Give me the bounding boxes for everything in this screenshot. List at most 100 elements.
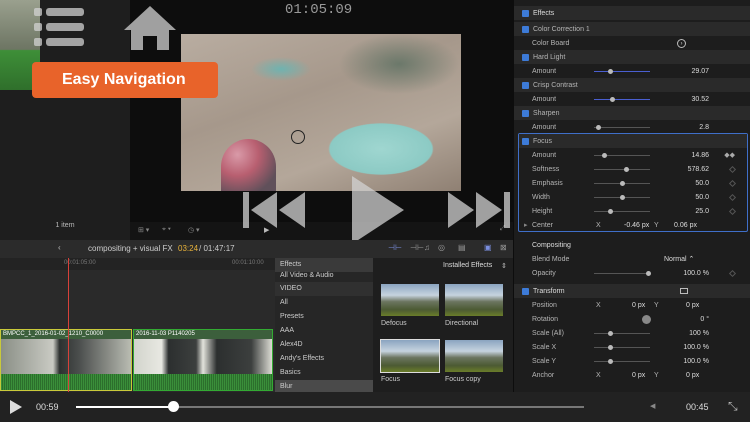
speed-icon[interactable]: ◷ ▾	[188, 226, 200, 234]
keyframe-icon[interactable]	[728, 193, 737, 201]
keyframe-icon[interactable]	[728, 165, 737, 173]
transform-tool-icon[interactable]: ⌖ ▾	[162, 226, 171, 234]
rotation-row: Rotation 0 °	[532, 314, 709, 324]
checkbox-icon[interactable]	[522, 9, 529, 17]
blend-mode-select[interactable]: Normal ⌃	[664, 255, 694, 263]
timeline-clip[interactable]: 2016-11-03 P1140205	[133, 329, 273, 391]
position-row: Position X 0 px Y 0 px	[532, 301, 700, 309]
back-icon[interactable]: ‹	[58, 243, 61, 252]
chevron-updown-icon[interactable]: ⇕	[501, 262, 507, 270]
amount-slider[interactable]	[594, 124, 650, 130]
keyframe-icon[interactable]	[728, 269, 737, 277]
param-slider[interactable]	[594, 180, 650, 186]
amount-slider[interactable]	[594, 96, 650, 102]
clip-name: 2016-11-03 P1140205	[136, 331, 195, 337]
category-effects[interactable]: Effects	[275, 258, 373, 272]
param-slider[interactable]	[594, 208, 650, 214]
checkbox-icon[interactable]	[522, 287, 529, 295]
audio-waveform	[1, 374, 131, 390]
clip-filmstrip	[134, 339, 272, 374]
keyframe-nav-icon[interactable]: ◆◆	[724, 151, 735, 159]
color-board-row: Color Board ›	[514, 36, 750, 50]
effect-thumbnail	[445, 340, 503, 372]
param-slider[interactable]	[594, 166, 650, 172]
effect-sharpen[interactable]: Sharpen	[514, 106, 750, 120]
keyframe-icon[interactable]	[728, 207, 737, 215]
rotation-dial[interactable]	[642, 314, 651, 324]
checkbox-icon[interactable]	[522, 53, 529, 61]
installed-effects-select[interactable]: Installed Effects	[443, 262, 492, 269]
effects-section-header[interactable]: Effects	[514, 6, 750, 20]
scale-slider[interactable]	[594, 344, 650, 350]
progress-fill	[76, 406, 173, 408]
param-slider[interactable]	[594, 152, 650, 158]
solo-icon[interactable]: ◎	[438, 243, 445, 252]
view-options-icon[interactable]: ⊞ ▾	[138, 226, 149, 234]
effect-tile[interactable]: Focus copy	[445, 340, 503, 383]
play-icon[interactable]	[348, 174, 408, 246]
checkbox-icon[interactable]	[522, 109, 529, 117]
effects-categories: Effects All Video & Audio VIDEO All Pres…	[275, 258, 373, 394]
checkbox-icon[interactable]	[522, 137, 529, 145]
menu-icon[interactable]	[34, 8, 84, 46]
category-item[interactable]: All	[275, 296, 373, 310]
rewind-icon[interactable]	[243, 190, 307, 230]
expand-icon[interactable]: ⤡	[728, 399, 738, 414]
category-item[interactable]: Alex4D	[275, 338, 373, 352]
inspector-panel: Effects Color Correction 1 Color Board › …	[513, 0, 750, 392]
timeline-clip[interactable]: BMPCC_1_2016-01-02_1210_C0000	[0, 329, 132, 391]
progress-knob[interactable]	[167, 401, 179, 412]
playhead[interactable]	[68, 258, 69, 392]
headphones-icon[interactable]: ♫	[424, 243, 430, 252]
amount-slider[interactable]	[594, 68, 650, 74]
scale-slider[interactable]	[594, 358, 650, 364]
category-item[interactable]: AAA	[275, 324, 373, 338]
sharpen-amount-row: Amount 2.8	[532, 123, 709, 131]
effect-color-correction[interactable]: Color Correction 1	[514, 22, 750, 36]
arrow-right-icon[interactable]: ›	[677, 38, 686, 48]
progress-track[interactable]	[76, 401, 584, 412]
category-item[interactable]: Andy's Effects	[275, 352, 373, 366]
scale-all-row: Scale (All) 100 %	[532, 329, 709, 337]
effect-hard-light[interactable]: Hard Light	[514, 50, 750, 64]
transform-header[interactable]: Transform	[514, 284, 750, 298]
snapping-icon[interactable]: ⊣⊢	[410, 243, 424, 252]
audio-skimming-icon[interactable]: ⊣⊢	[388, 243, 402, 252]
effect-thumbnail	[445, 284, 503, 316]
fast-forward-icon[interactable]	[446, 190, 510, 230]
category-item[interactable]: Basics	[275, 366, 373, 380]
play-icon[interactable]	[10, 400, 22, 414]
timeline-tracks[interactable]: BMPCC_1_2016-01-02_1210_C0000 2016-11-03…	[0, 270, 275, 392]
checkbox-icon[interactable]	[522, 25, 529, 33]
opacity-slider[interactable]	[594, 270, 651, 276]
keyframe-icon[interactable]	[728, 179, 737, 187]
home-icon[interactable]	[122, 4, 178, 52]
checkbox-icon[interactable]	[522, 81, 529, 89]
elapsed-time: 00:59	[36, 402, 59, 412]
volume-icon[interactable]: ◀	[650, 402, 655, 410]
effect-tile-selected[interactable]: Focus	[380, 339, 440, 383]
focus-center-handle[interactable]	[291, 130, 305, 144]
scale-x-row: Scale X 100.0 %	[532, 343, 709, 351]
disclosure-icon[interactable]: ▸	[524, 221, 528, 229]
scale-slider[interactable]	[594, 330, 650, 336]
category-item[interactable]: All Video & Audio	[275, 272, 373, 282]
effect-crisp-contrast[interactable]: Crisp Contrast	[514, 78, 750, 92]
scale-y-row: Scale Y 100.0 %	[532, 357, 709, 365]
clip-appearance-icon[interactable]: ▤	[458, 243, 466, 252]
effect-focus[interactable]: Focus	[519, 134, 747, 148]
focus-param-row: Height 25.0	[514, 204, 750, 218]
param-slider[interactable]	[594, 194, 650, 200]
effects-browser-icon[interactable]: ▣	[484, 243, 492, 252]
effect-tile[interactable]: Defocus	[381, 284, 439, 327]
effect-tile[interactable]: Directional	[445, 284, 503, 327]
remaining-time: 00:45	[686, 402, 709, 412]
timeline-ruler[interactable]: 00:01:05:00 00:01:10:00	[0, 258, 275, 270]
transform-onscreen-icon[interactable]	[680, 288, 688, 294]
category-item[interactable]: Presets	[275, 310, 373, 324]
anchor-row: Anchor X 0 px Y 0 px	[532, 371, 700, 379]
transitions-icon[interactable]: ⊠	[500, 243, 507, 252]
effect-thumbnail	[381, 284, 439, 316]
easy-navigation-badge[interactable]: Easy Navigation	[32, 62, 218, 98]
current-time: 03:24	[178, 244, 199, 253]
